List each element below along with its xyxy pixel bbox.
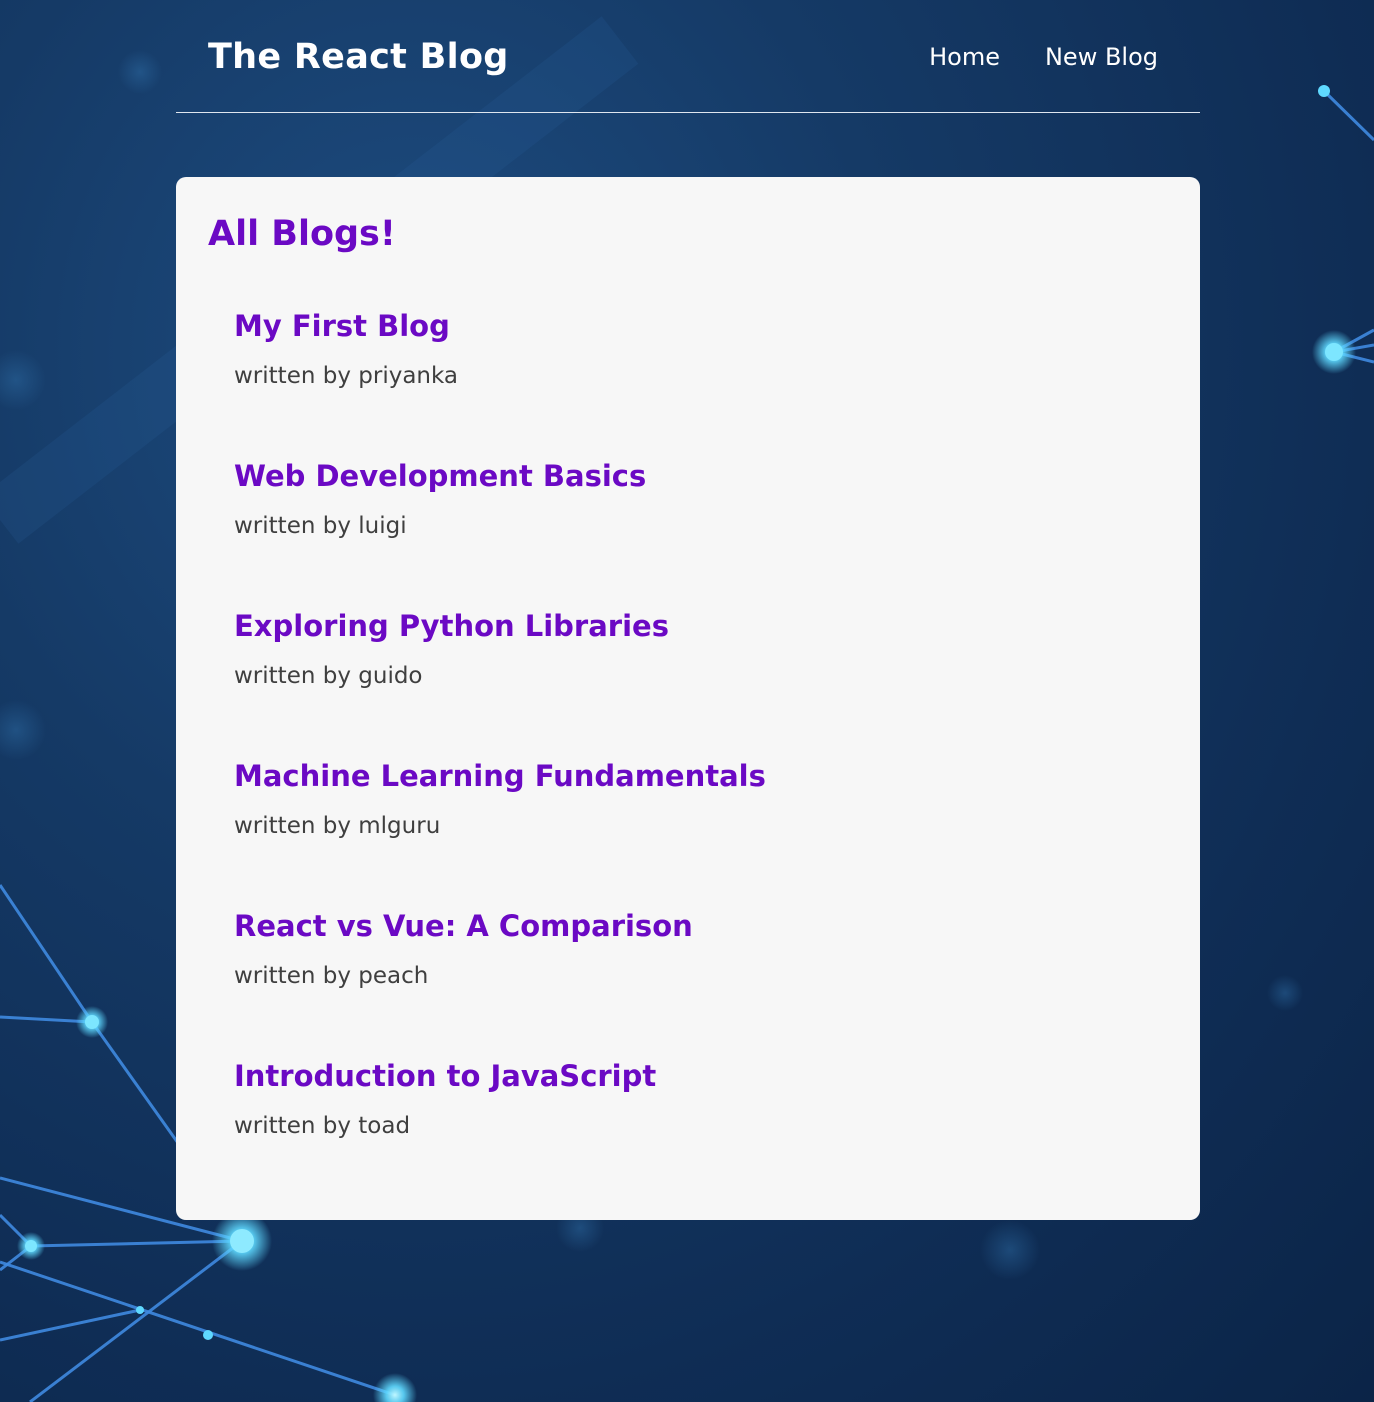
nav-link-home[interactable]: Home — [929, 38, 1000, 76]
blog-list-card: All Blogs! My First Blog written by priy… — [176, 177, 1200, 1220]
byline-prefix: written by — [234, 813, 351, 839]
blog-title[interactable]: My First Blog — [234, 301, 1134, 351]
byline-prefix: written by — [234, 963, 351, 989]
blog-author: toad — [358, 1113, 411, 1139]
navbar: The React Blog Home New Blog — [176, 0, 1200, 113]
blog-author-line: written by peach — [234, 953, 1134, 999]
blog-author: luigi — [358, 513, 407, 539]
blog-title[interactable]: Exploring Python Libraries — [234, 601, 1134, 651]
byline-prefix: written by — [234, 363, 351, 389]
blog-author: mlguru — [358, 813, 441, 839]
blog-title[interactable]: Web Development Basics — [234, 451, 1134, 501]
blog-preview[interactable]: React vs Vue: A Comparison written by pe… — [234, 901, 1134, 1051]
blog-preview[interactable]: Web Development Basics written by luigi — [234, 451, 1134, 601]
site-title: The React Blog — [208, 37, 509, 77]
blog-title[interactable]: React vs Vue: A Comparison — [234, 901, 1134, 951]
blog-author: peach — [358, 963, 429, 989]
blog-list: My First Blog written by priyanka Web De… — [234, 301, 1134, 1201]
blog-author: guido — [358, 663, 423, 689]
blog-author-line: written by guido — [234, 653, 1134, 699]
blog-preview[interactable]: My First Blog written by priyanka — [234, 301, 1134, 451]
blog-preview[interactable]: Machine Learning Fundamentals written by… — [234, 751, 1134, 901]
blog-title[interactable]: Introduction to JavaScript — [234, 1051, 1134, 1101]
blog-author: priyanka — [358, 363, 459, 389]
byline-prefix: written by — [234, 513, 351, 539]
byline-prefix: written by — [234, 1113, 351, 1139]
nav-links: Home New Blog — [929, 38, 1158, 76]
blog-author-line: written by toad — [234, 1103, 1134, 1149]
page-heading: All Blogs! — [208, 214, 396, 254]
blog-preview[interactable]: Exploring Python Libraries written by gu… — [234, 601, 1134, 751]
blog-author-line: written by luigi — [234, 503, 1134, 549]
nav-link-new-blog[interactable]: New Blog — [1045, 38, 1158, 76]
blog-author-line: written by mlguru — [234, 803, 1134, 849]
blog-preview[interactable]: Introduction to JavaScript written by to… — [234, 1051, 1134, 1201]
blog-title[interactable]: Machine Learning Fundamentals — [234, 751, 1134, 801]
byline-prefix: written by — [234, 663, 351, 689]
blog-author-line: written by priyanka — [234, 353, 1134, 399]
